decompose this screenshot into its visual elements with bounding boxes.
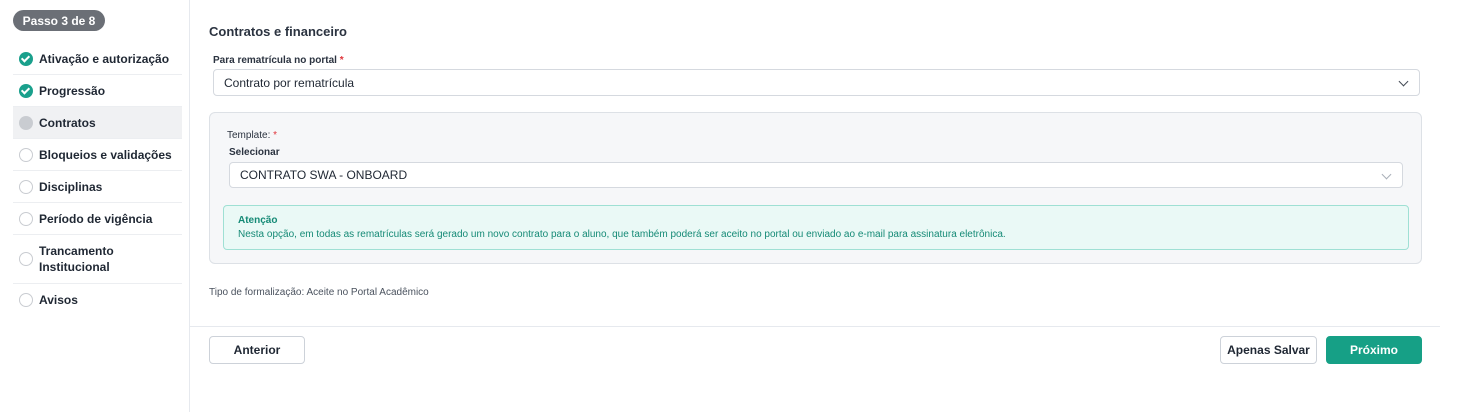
sidebar-item-label: Ativação e autorização <box>39 51 170 66</box>
sidebar-item-label: Avisos <box>39 293 78 307</box>
attention-alert: Atenção Nesta opção, em todas as rematrí… <box>223 205 1409 250</box>
next-button[interactable]: Próximo <box>1326 336 1422 364</box>
sidebar-item-progressao[interactable]: Progressão <box>13 75 182 107</box>
empty-circle-icon <box>19 147 33 162</box>
save-only-button[interactable]: Apenas Salvar <box>1220 336 1317 364</box>
required-mark: * <box>339 55 344 66</box>
sidebar-item-avisos[interactable]: Avisos <box>13 284 182 316</box>
sidebar-item-label: Bloqueios e validações <box>39 147 172 162</box>
alert-text: Nesta opção, em todas as rematrículas se… <box>238 229 1006 240</box>
sidebar-item-label: Progressão <box>39 83 106 98</box>
sidebar-item-label: Trancamento Institucional <box>39 244 114 274</box>
sidebar-item-contratos[interactable]: Contratos <box>13 107 182 139</box>
step-list: Ativação e autorização Progressão Contra… <box>13 43 182 316</box>
section-title: Contratos e financeiro <box>209 24 347 39</box>
sidebar-item-label: Disciplinas <box>39 179 103 194</box>
sidebar-item-disciplinas[interactable]: Disciplinas <box>13 171 182 203</box>
sidebar-item-periodo[interactable]: Período de vigência <box>13 203 182 235</box>
chevron-down-icon <box>1381 169 1392 180</box>
empty-circle-icon <box>19 293 33 307</box>
sidebar-item-label: Contratos <box>39 115 96 130</box>
current-step-circle-icon <box>19 115 33 130</box>
sidebar-item-ativacao[interactable]: Ativação e autorização <box>13 43 182 75</box>
footer-divider <box>190 326 1440 327</box>
template-panel: Template: * Selecionar CONTRATO SWA - ON… <box>209 112 1422 264</box>
sidebar-item-bloqueios[interactable]: Bloqueios e validações <box>13 139 182 171</box>
step-badge: Passo 3 de 8 <box>13 10 105 31</box>
main-content: Contratos e financeiro Para rematrícula … <box>190 0 1440 412</box>
chevron-down-icon <box>1398 76 1409 87</box>
required-mark: * <box>273 130 278 141</box>
empty-circle-icon <box>19 252 33 266</box>
portal-contract-select-value: Contrato por rematrícula <box>224 75 355 90</box>
previous-button[interactable]: Anterior <box>209 336 305 364</box>
template-label-text: Template: <box>227 130 271 141</box>
alert-title: Atenção <box>238 215 278 226</box>
steps-sidebar: Passo 3 de 8 Ativação e autorização Prog… <box>0 0 190 412</box>
portal-contract-select[interactable]: Contrato por rematrícula <box>213 69 1420 96</box>
template-select-value: CONTRATO SWA - ONBOARD <box>240 168 408 182</box>
check-circle-icon <box>19 83 33 98</box>
empty-circle-icon <box>19 179 33 194</box>
sidebar-item-label: Período de vigência <box>39 211 153 226</box>
template-label: Template: * <box>227 130 277 141</box>
sidebar-item-trancamento[interactable]: Trancamento Institucional <box>13 235 182 284</box>
portal-field-label: Para rematrícula no portal * <box>213 55 344 66</box>
formalization-type: Tipo de formalização: Aceite no Portal A… <box>209 287 429 298</box>
template-select[interactable]: CONTRATO SWA - ONBOARD <box>229 162 1403 188</box>
check-circle-icon <box>19 51 33 66</box>
empty-circle-icon <box>19 211 33 226</box>
template-sublabel: Selecionar <box>229 147 280 158</box>
portal-field-label-text: Para rematrícula no portal <box>213 55 337 66</box>
